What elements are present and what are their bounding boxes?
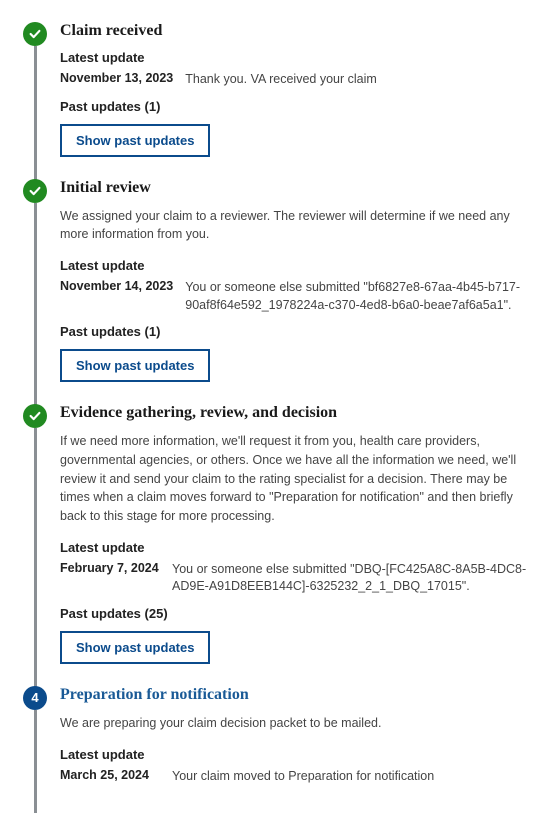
checkmark-icon [23,404,47,428]
step-number-icon: 4 [23,686,47,710]
update-date: February 7, 2024 [60,561,160,575]
step-evidence-gathering: Evidence gathering, review, and decision… [20,404,534,684]
update-date: November 13, 2023 [60,71,173,85]
show-past-updates-button[interactable]: Show past updates [60,631,210,664]
update-text: You or someone else submitted "bf6827e8-… [185,279,534,314]
past-updates-label: Past updates (1) [60,99,534,114]
step-title: Claim received [60,22,534,40]
checkmark-icon [23,179,47,203]
step-description: If we need more information, we'll reque… [60,432,534,526]
update-row: March 25, 2024 Your claim moved to Prepa… [60,768,534,786]
claim-timeline: Claim received Latest update November 13… [20,22,534,813]
update-date: March 25, 2024 [60,768,160,782]
step-preparation-for-notification: 4 Preparation for notification We are pr… [20,686,534,813]
update-row: February 7, 2024 You or someone else sub… [60,561,534,596]
step-initial-review: Initial review We assigned your claim to… [20,179,534,403]
step-description: We assigned your claim to a reviewer. Th… [60,207,534,245]
step-title: Evidence gathering, review, and decision [60,404,534,422]
show-past-updates-button[interactable]: Show past updates [60,349,210,382]
update-text: Thank you. VA received your claim [185,71,534,89]
update-row: November 13, 2023 Thank you. VA received… [60,71,534,89]
latest-update-label: Latest update [60,50,534,65]
update-text: Your claim moved to Preparation for noti… [172,768,534,786]
checkmark-icon [23,22,47,46]
latest-update-label: Latest update [60,540,534,555]
step-title: Preparation for notification [60,686,534,704]
latest-update-label: Latest update [60,747,534,762]
step-title: Initial review [60,179,534,197]
step-claim-received: Claim received Latest update November 13… [20,22,534,177]
show-past-updates-button[interactable]: Show past updates [60,124,210,157]
update-date: November 14, 2023 [60,279,173,293]
update-text: You or someone else submitted "DBQ-[FC42… [172,561,534,596]
step-description: We are preparing your claim decision pac… [60,714,534,733]
update-row: November 14, 2023 You or someone else su… [60,279,534,314]
past-updates-label: Past updates (1) [60,324,534,339]
past-updates-label: Past updates (25) [60,606,534,621]
latest-update-label: Latest update [60,258,534,273]
